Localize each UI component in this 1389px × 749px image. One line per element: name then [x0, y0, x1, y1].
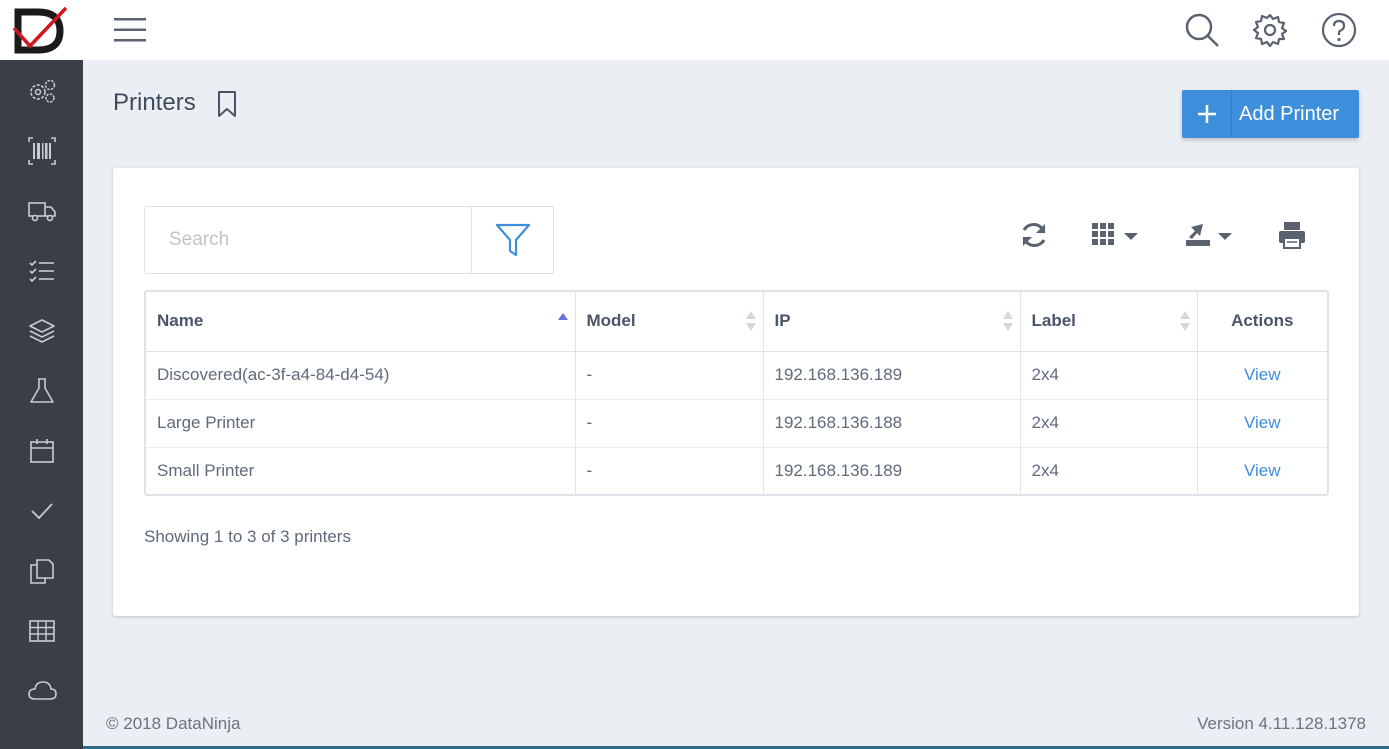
- grid-icon: [1092, 223, 1138, 245]
- sidebar-item-settings[interactable]: [0, 61, 83, 121]
- printers-table: Name Model IP Label Actions Discovered(a…: [144, 290, 1329, 496]
- sidebar-item-documents[interactable]: [0, 541, 83, 601]
- cell-actions: View: [1197, 399, 1327, 448]
- app-logo[interactable]: [10, 6, 70, 54]
- sidebar-item-approvals[interactable]: [0, 481, 83, 541]
- view-link[interactable]: View: [1244, 413, 1281, 432]
- cell-model: -: [575, 399, 764, 448]
- bookmark-icon[interactable]: [216, 90, 238, 118]
- search-input[interactable]: [145, 207, 471, 273]
- export-menu-button[interactable]: [1185, 220, 1235, 250]
- sidebar-item-barcode[interactable]: [0, 121, 83, 181]
- cell-label: 2x4: [1020, 399, 1198, 448]
- help-icon[interactable]: [1319, 10, 1359, 50]
- logo-icon: [12, 6, 68, 54]
- table-row[interactable]: Large Printer - 192.168.136.188 2x4 View: [146, 399, 1327, 448]
- barcode-icon: [27, 137, 56, 165]
- sidebar-item-tasks[interactable]: [0, 241, 83, 301]
- cell-label: 2x4: [1020, 447, 1198, 494]
- sidebar-item-layers[interactable]: [0, 301, 83, 361]
- sort-icon: [1002, 311, 1013, 331]
- table-icon: [28, 620, 55, 642]
- table-row[interactable]: Discovered(ac-3f-a4-84-d4-54) - 192.168.…: [146, 351, 1327, 400]
- filter-button[interactable]: [471, 207, 553, 273]
- cell-ip: 192.168.136.189: [763, 351, 1021, 400]
- sidebar-item-cloud[interactable]: [0, 661, 83, 721]
- cell-name: Small Printer: [146, 447, 576, 494]
- top-bar: [0, 0, 1389, 60]
- cell-ip: 192.168.136.189: [763, 447, 1021, 494]
- truck-icon: [27, 202, 56, 222]
- add-printer-button[interactable]: Add Printer: [1182, 90, 1359, 138]
- cell-actions: View: [1197, 351, 1327, 400]
- refresh-icon[interactable]: [1019, 220, 1049, 250]
- view-link[interactable]: View: [1244, 461, 1281, 480]
- column-label: Actions: [1231, 311, 1294, 331]
- add-printer-label: Add Printer: [1239, 102, 1340, 125]
- column-label: Label: [1031, 311, 1076, 331]
- table-header-row: Name Model IP Label Actions: [146, 292, 1327, 352]
- sidebar-item-calendar[interactable]: [0, 421, 83, 481]
- sidebar-item-shipping[interactable]: [0, 181, 83, 241]
- hamburger-icon[interactable]: [114, 16, 146, 44]
- sort-icon: [1179, 311, 1190, 331]
- sidebar-item-tables[interactable]: [0, 601, 83, 661]
- cell-name: Discovered(ac-3f-a4-84-d4-54): [146, 351, 576, 400]
- table-summary: Showing 1 to 3 of 3 printers: [144, 527, 351, 546]
- cell-model: -: [575, 351, 764, 400]
- check-icon: [30, 503, 53, 520]
- cell-name: Large Printer: [146, 399, 576, 448]
- checklist-icon: [28, 260, 54, 283]
- view-link[interactable]: View: [1244, 365, 1281, 384]
- table-row[interactable]: Small Printer - 192.168.136.189 2x4 View: [146, 447, 1327, 494]
- cloud-icon: [27, 681, 57, 700]
- sidebar-item-lab[interactable]: [0, 361, 83, 421]
- search-icon[interactable]: [1182, 10, 1222, 50]
- search-box: [144, 206, 554, 274]
- cell-actions: View: [1197, 447, 1327, 494]
- sort-icon: [745, 311, 756, 331]
- sort-ascending-icon: [557, 313, 568, 320]
- gears-icon: [29, 79, 55, 103]
- column-header-actions: Actions: [1197, 292, 1327, 352]
- column-label: Name: [157, 311, 204, 331]
- column-header-model[interactable]: Model: [575, 292, 764, 352]
- printers-card: Name Model IP: [113, 168, 1359, 616]
- cell-model: -: [575, 447, 764, 494]
- column-label: Model: [586, 311, 636, 331]
- version-label: Version 4.11.128.1378: [1197, 714, 1366, 733]
- column-header-label[interactable]: Label: [1020, 292, 1198, 352]
- layers-icon: [28, 319, 55, 343]
- page-title: Printers: [113, 89, 196, 116]
- filter-icon: [495, 223, 530, 257]
- copyright: © 2018 DataNinja: [106, 714, 241, 733]
- gear-icon[interactable]: [1250, 10, 1290, 50]
- column-label: IP: [774, 311, 791, 331]
- copy-icon: [29, 559, 54, 584]
- flask-icon: [29, 378, 54, 403]
- plus-icon: [1182, 90, 1232, 138]
- columns-menu-button[interactable]: [1091, 220, 1141, 250]
- export-icon: [1186, 224, 1232, 246]
- column-header-ip[interactable]: IP: [763, 292, 1021, 352]
- cell-ip: 192.168.136.188: [763, 399, 1021, 448]
- cell-label: 2x4: [1020, 351, 1198, 400]
- sidebar: [0, 60, 83, 749]
- print-icon[interactable]: [1277, 220, 1307, 250]
- calendar-icon: [29, 439, 54, 463]
- column-header-name[interactable]: Name: [146, 292, 576, 352]
